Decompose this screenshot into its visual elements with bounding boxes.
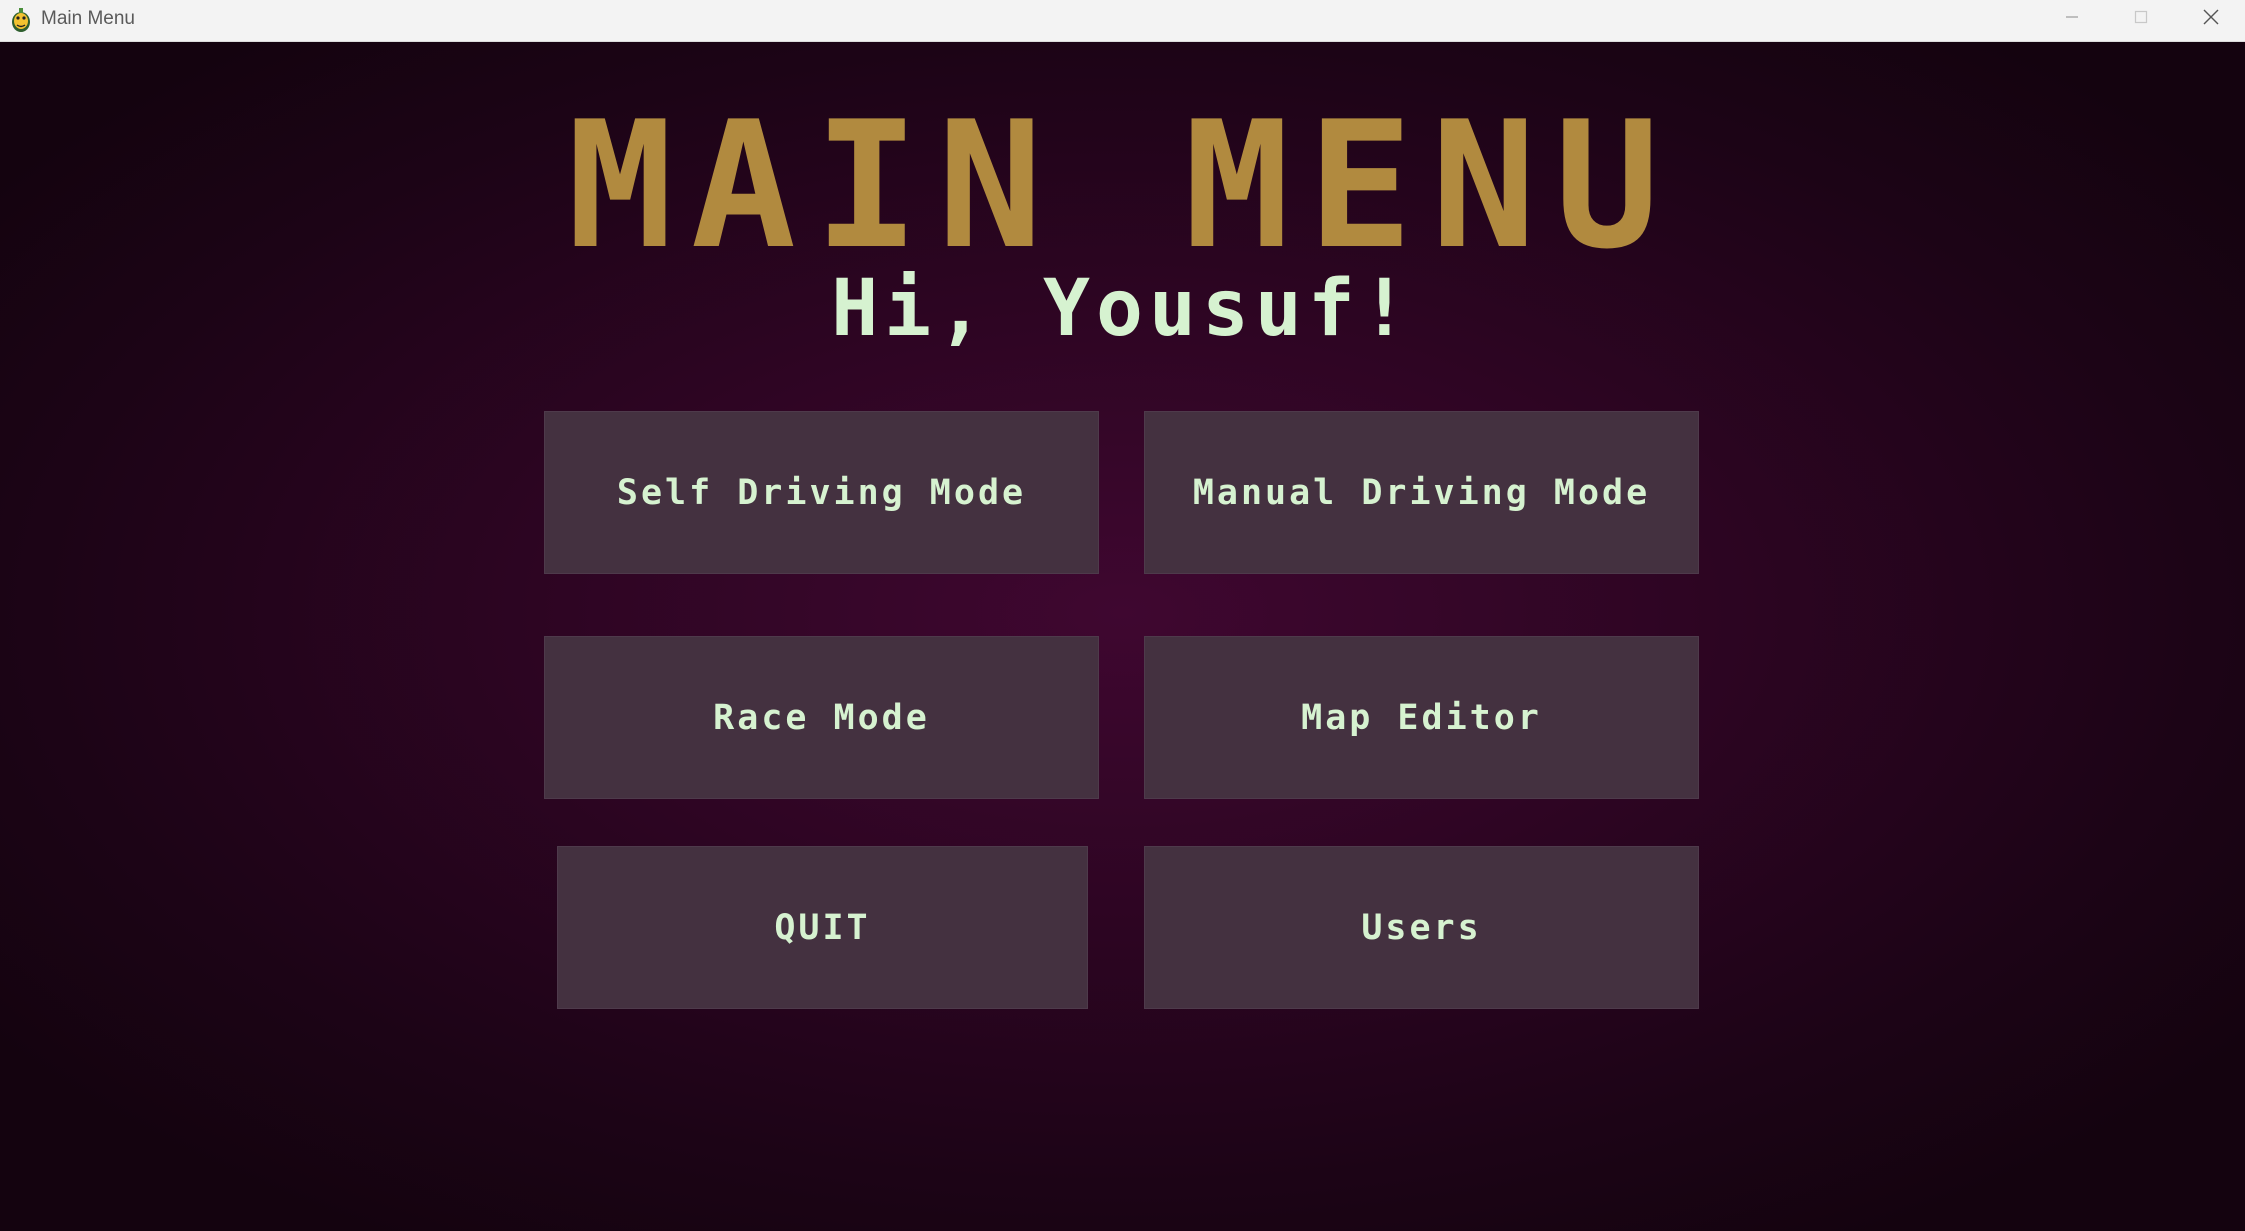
race-mode-button[interactable]: Race Mode [544,636,1099,799]
quit-button[interactable]: QUIT [557,846,1088,1009]
self-driving-mode-button[interactable]: Self Driving Mode [544,411,1099,574]
maximize-button[interactable] [2107,0,2175,38]
user-greeting: Hi, Yousuf! [831,264,1414,354]
users-label: Users [1361,907,1482,948]
map-editor-label: Map Editor [1301,697,1542,738]
main-menu-title: MAIN MENU [567,85,1678,288]
maximize-icon [2133,9,2149,29]
window-title: Main Menu [41,8,135,29]
app-window: Main Menu MAIN MENU Hi, Yousuf! Self Dri… [0,0,2245,1231]
minimize-icon [2064,9,2080,29]
manual-driving-mode-label: Manual Driving Mode [1192,472,1651,513]
users-button[interactable]: Users [1144,846,1699,1009]
close-button[interactable] [2177,0,2245,38]
pygame-snake-icon [9,7,33,33]
race-mode-label: Race Mode [713,697,930,738]
self-driving-mode-label: Self Driving Mode [616,472,1027,513]
map-editor-button[interactable]: Map Editor [1144,636,1699,799]
manual-driving-mode-button[interactable]: Manual Driving Mode [1144,411,1699,574]
title-bar[interactable]: Main Menu [0,0,2245,42]
game-canvas: MAIN MENU Hi, Yousuf! Self Driving Mode … [0,42,2245,1231]
minimize-button[interactable] [2038,0,2106,38]
close-icon [2202,8,2220,30]
quit-label: QUIT [774,907,871,948]
